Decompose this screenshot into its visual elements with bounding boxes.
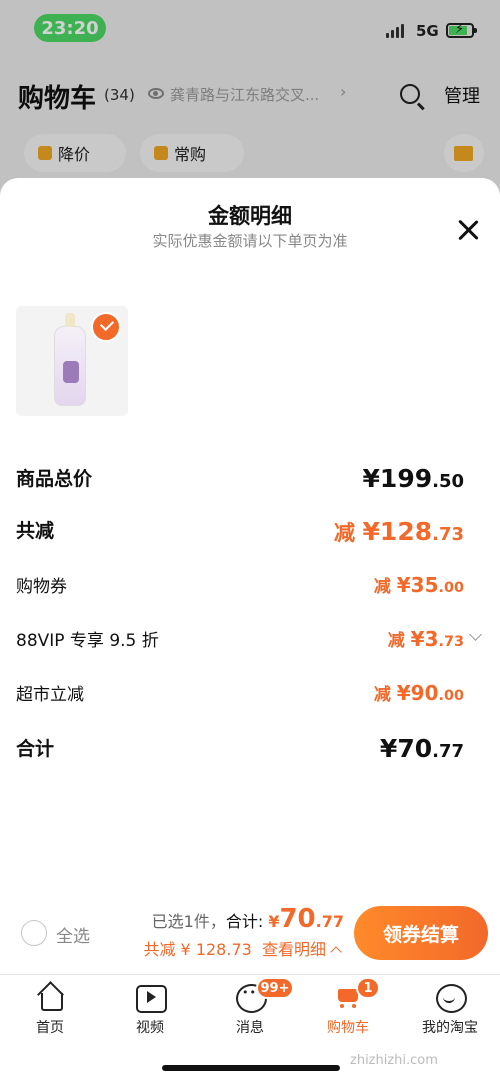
tab-home[interactable]: 首页: [10, 983, 90, 1037]
sheet-title: 金额明细: [208, 204, 292, 228]
checkout-button[interactable]: 领券结算: [354, 906, 488, 960]
chevron-down-icon[interactable]: [469, 628, 482, 641]
checkout-bar: 全选 已选1件，合计: ¥70.77 共减 ¥ 128.73 查看明细 领券结算: [0, 902, 500, 972]
select-all-checkbox[interactable]: [21, 920, 47, 946]
close-icon[interactable]: [456, 218, 480, 242]
discount-text: 共减 ¥ 128.73: [143, 940, 252, 959]
tab-messages[interactable]: 99+ 消息: [210, 977, 294, 1037]
sheet-subtitle: 实际优惠金额请以下单页为准: [152, 232, 348, 250]
cart-page-background: 23:20 5G ⚡ 购物车 (34) 龚青路与江东路交叉... › 管理 降价…: [0, 0, 500, 200]
chevron-up-icon: [330, 946, 342, 958]
total-amount: ¥70.77: [268, 904, 344, 934]
tab-label: 购物车: [327, 1020, 369, 1036]
profile-icon: [435, 983, 467, 1013]
watermark: zhizhizhi.com: [350, 1053, 438, 1068]
row-value: 减 ¥3.73: [387, 627, 464, 651]
row-grand-total: 合计 ¥70.77: [16, 734, 472, 766]
total-label: 合计:: [225, 912, 269, 931]
tab-label: 消息: [236, 1020, 264, 1036]
home-indicator[interactable]: [162, 1065, 340, 1071]
selected-count: 已选1件，: [151, 912, 226, 931]
tab-label: 我的淘宝: [422, 1020, 478, 1036]
tab-label: 视频: [136, 1020, 164, 1036]
row-label: 购物券: [16, 577, 67, 597]
row-value: ¥70.77: [379, 734, 464, 763]
row-label: 超市立减: [16, 685, 84, 705]
video-icon: [135, 983, 167, 1013]
select-all-label[interactable]: 全选: [56, 922, 90, 947]
tab-label: 首页: [36, 1020, 64, 1036]
row-label: 合计: [16, 738, 55, 760]
discount-summary[interactable]: 共减 ¥ 128.73 查看明细: [143, 936, 342, 960]
home-icon: [35, 983, 65, 1011]
row-goods-total: 商品总价 ¥199.50: [16, 464, 472, 496]
dim-overlay[interactable]: [0, 0, 500, 200]
messages-badge: 99+: [256, 977, 294, 999]
row-label: 共减: [16, 520, 55, 542]
tab-me[interactable]: 我的淘宝: [410, 983, 490, 1037]
row-value: 减 ¥128.73: [333, 517, 464, 546]
row-88vip[interactable]: 88VIP 专享 9.5 折 减 ¥3.73: [16, 626, 482, 658]
cart-badge: 1: [356, 977, 380, 999]
row-label: 88VIP 专享 9.5 折: [16, 631, 159, 651]
row-value: 减 ¥35.00: [373, 573, 464, 597]
tab-bar: 首页 视频 99+ 消息 1 购物车 我的淘宝 zhizhizhi.com: [0, 974, 500, 1082]
row-coupon: 购物券 减 ¥35.00: [16, 572, 472, 604]
row-label: 商品总价: [16, 468, 93, 490]
check-icon[interactable]: [91, 312, 121, 342]
row-value: ¥199.50: [362, 464, 464, 493]
selected-summary: 已选1件，合计: ¥70.77: [152, 904, 344, 934]
tab-cart[interactable]: 1 购物车: [308, 977, 388, 1037]
product-image: [54, 313, 86, 406]
tab-video[interactable]: 视频: [110, 983, 190, 1037]
row-supermarket-discount: 超市立减 减 ¥90.00: [16, 680, 472, 712]
row-total-discount: 共减 减 ¥128.73: [16, 516, 472, 548]
row-value: 减 ¥90.00: [373, 681, 464, 705]
view-detail-link[interactable]: 查看明细: [262, 940, 326, 959]
